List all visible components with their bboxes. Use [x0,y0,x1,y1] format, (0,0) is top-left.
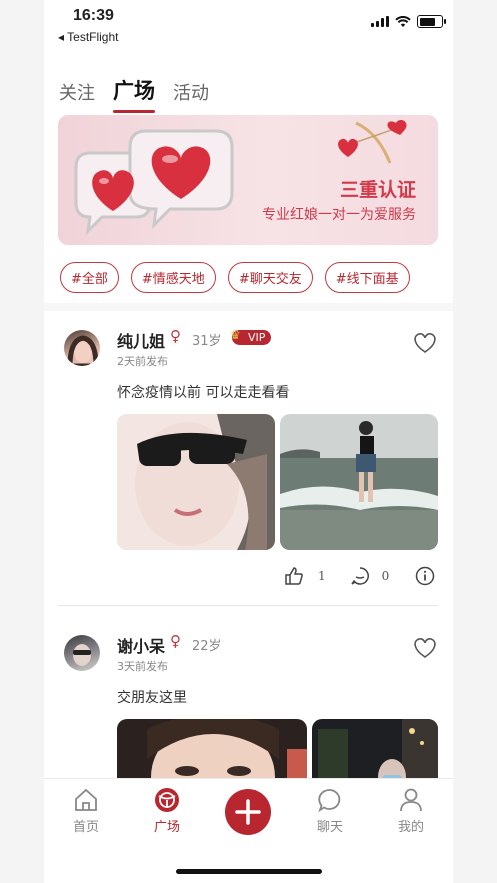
female-icon: ♀ [170,632,181,650]
wifi-icon [395,15,411,27]
user-age: 22岁 [192,639,222,654]
tabbar-chat-label: 聊天 [316,820,343,835]
tag-filters: #全部 #情感天地 #聊天交友 #线下面基 [60,262,410,293]
status-time: 16:39 [73,7,114,24]
comment-count: 0 [381,569,390,583]
tabbar-profile[interactable]: 我的 [381,787,441,835]
user-name[interactable]: 谢小呆 [117,633,165,657]
avatar-face [67,335,99,366]
banner-title: 三重认证 [339,179,416,201]
top-tabs: 关注 广场 活动 [59,75,209,113]
status-bar: 16:39 ◂ TestFlight [44,0,453,52]
battery-icon [417,15,446,28]
info-icon[interactable] [415,566,435,586]
user-name[interactable]: 纯儿姐 [117,328,165,352]
post-content: 怀念疫情以前 可以走走看看 [117,385,290,401]
tabbar-home[interactable]: 首页 [56,787,116,835]
home-indicator[interactable] [176,869,322,874]
post-time: 3天前发布 [117,660,168,673]
heart-bubbles-illustration [74,129,234,236]
selfie-image [117,414,275,550]
app-screen: 16:39 ◂ TestFlight 关注 广场 活动 三重认证 专业红娘一对一… [44,0,453,883]
post-card: 谢小呆 ♀ 22岁 3天前发布 交朋友这里 [44,625,453,799]
bottom-tab-bar: 首页 广场 聊天 我的 [44,778,453,883]
square-icon [155,788,179,812]
signal-icon [371,16,389,27]
banner-subtitle: 专业红娘一对一为爱服务 [262,207,416,223]
tag-all[interactable]: #全部 [60,262,119,293]
post-photo[interactable] [280,414,438,550]
vip-badge: ♛ VIP [230,328,272,345]
like-heart-icon[interactable] [413,332,437,354]
tab-square[interactable]: 广场 [113,75,155,113]
post-time: 2天前发布 [117,355,168,368]
like-count: 1 [318,569,326,583]
tag-emotion[interactable]: #情感天地 [130,262,216,293]
tabbar-square[interactable]: 广场 [137,787,197,835]
crown-icon: ♛ [230,328,241,342]
tabbar-chat[interactable]: 聊天 [300,787,360,835]
post-photo[interactable] [117,414,275,550]
post-content: 交朋友这里 [117,690,187,706]
post-actions: 1 0 [284,566,435,586]
tag-chat[interactable]: #聊天交友 [227,262,313,293]
promo-banner[interactable]: 三重认证 专业红娘一对一为爱服务 [58,115,438,245]
back-to-testflight-link[interactable]: ◂ TestFlight [58,30,119,44]
tab-activity[interactable]: 活动 [173,79,209,113]
post-card: 纯儿姐 ♀ 31岁 ♛ VIP 2天前发布 怀念疫情以前 可以走走看看 1 0 [44,320,453,610]
post-create-button[interactable] [225,789,271,835]
avatar-face [73,644,91,666]
chat-icon [318,789,341,813]
female-icon: ♀ [170,327,181,345]
small-heart-icon [338,138,358,157]
user-age: 31岁 [192,334,222,349]
tag-offline-meet[interactable]: #线下面基 [324,262,410,293]
avatar[interactable] [64,330,100,366]
avatar[interactable] [64,635,100,671]
beach-image [280,414,438,550]
like-heart-icon[interactable] [413,637,437,659]
plus-icon [235,799,261,825]
home-icon [75,788,97,811]
tab-follow[interactable]: 关注 [59,79,95,113]
post-divider [58,605,438,606]
status-icons [371,15,446,28]
thumbs-up-icon[interactable] [284,566,304,586]
tabbar-home-label: 首页 [72,820,99,835]
comment-icon[interactable] [350,566,370,586]
profile-icon [400,788,422,812]
tabbar-square-label: 广场 [153,820,180,835]
tabbar-profile-label: 我的 [397,820,424,835]
section-divider [44,303,453,311]
